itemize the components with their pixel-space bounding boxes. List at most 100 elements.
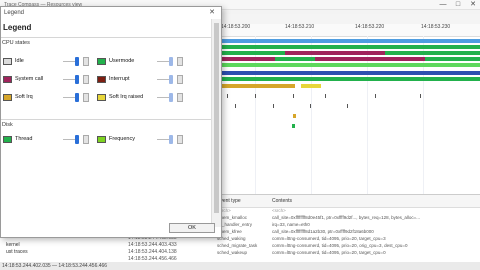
close-icon[interactable]: ✕ <box>466 0 480 10</box>
legend-group-cpu-states: CPU states Idle Usermode System call Int… <box>1 37 211 118</box>
color-swatch[interactable] <box>3 76 12 83</box>
width-slider-track[interactable] <box>157 97 169 98</box>
event-contents-cell: call_site=0xffffffff8d1a2b30, ptr=0xffff… <box>272 229 374 234</box>
reset-button[interactable] <box>83 75 89 84</box>
project-item[interactable]: ust traces <box>6 249 28 255</box>
color-swatch[interactable] <box>3 136 12 143</box>
legend-body: CPU states Idle Usermode System call Int… <box>1 37 211 225</box>
legend-entry-label: Usermode <box>109 58 135 64</box>
time-tick-label: 14:18:53.210 <box>285 24 315 30</box>
timeline-panel[interactable]: 14:18:53.200 14:18:53.210 14:18:53.220 1… <box>214 14 480 194</box>
width-slider-thumb[interactable] <box>169 75 173 84</box>
table-row[interactable]: sched_migrate_task comm=lttng-consumerd,… <box>214 243 480 250</box>
color-swatch[interactable] <box>97 76 106 83</box>
dialog-title-bar: Legend <box>1 7 221 19</box>
close-icon[interactable]: ✕ <box>209 8 215 16</box>
minimize-icon[interactable]: — <box>436 0 450 10</box>
events-table[interactable]: Event type Contents <srch> <srch> kmem_k… <box>214 194 480 263</box>
column-header-contents[interactable]: Contents <box>272 198 292 204</box>
timestamp-cell: 14:18:53.244.403.433 <box>128 242 177 248</box>
width-slider-thumb[interactable] <box>169 135 173 144</box>
legend-entry-usermode: Usermode <box>97 56 197 68</box>
cpu-row[interactable] <box>215 45 480 49</box>
color-swatch[interactable] <box>97 136 106 143</box>
irq-row[interactable] <box>215 104 480 108</box>
legend-entry-thread: Thread <box>3 134 103 146</box>
width-slider-track[interactable] <box>157 61 169 62</box>
width-slider-thumb[interactable] <box>169 93 173 102</box>
cpu-row[interactable] <box>215 84 480 88</box>
color-swatch[interactable] <box>97 58 106 65</box>
table-row[interactable]: sched_waking comm=lttng-consumerd, tid=4… <box>214 236 480 243</box>
time-tick-label: 14:18:53.230 <box>421 24 451 30</box>
width-slider-thumb[interactable] <box>75 75 79 84</box>
filter-row[interactable]: <srch> <srch> <box>214 208 480 215</box>
timeline-toolbar <box>215 14 480 24</box>
width-slider-track[interactable] <box>63 139 75 140</box>
width-slider-track[interactable] <box>63 79 75 80</box>
group-title: CPU states <box>2 40 30 46</box>
legend-heading: Legend <box>3 23 32 32</box>
legend-entry-system-call: System call <box>3 74 103 86</box>
color-swatch[interactable] <box>3 94 12 101</box>
cpu-row[interactable] <box>215 71 480 75</box>
cpu-row[interactable] <box>215 57 480 61</box>
reset-button[interactable] <box>177 93 183 102</box>
dialog-scrollbar[interactable] <box>211 19 221 227</box>
legend-dialog: Legend ✕ Legend CPU states Idle Usermode <box>0 6 222 238</box>
width-slider-thumb[interactable] <box>169 57 173 66</box>
legend-group-disk: Disk Thread Frequency <box>1 119 211 160</box>
color-swatch[interactable] <box>97 94 106 101</box>
width-slider-track[interactable] <box>63 61 75 62</box>
cpu-row[interactable] <box>215 77 480 81</box>
table-row[interactable]: sched_wakeup comm=lttng-consumerd, tid=4… <box>214 250 480 257</box>
legend-entry-label: Idle <box>15 58 24 64</box>
legend-entry-interrupt: Interrupt <box>97 74 197 86</box>
irq-row[interactable] <box>215 114 480 118</box>
time-tick-label: 14:18:53.200 <box>221 24 251 30</box>
legend-entry-idle: Idle <box>3 56 103 68</box>
table-row[interactable]: kmem_kfree call_site=0xffffffff8d1a2b30,… <box>214 229 480 236</box>
timestamp-cell: 14:18:53.244.404.138 <box>128 249 177 255</box>
maximize-icon[interactable]: □ <box>451 0 465 10</box>
color-swatch[interactable] <box>3 58 12 65</box>
legend-entry-label: Soft Irq raised <box>109 94 144 100</box>
width-slider-thumb[interactable] <box>75 135 79 144</box>
width-slider-track[interactable] <box>157 79 169 80</box>
reset-button[interactable] <box>83 135 89 144</box>
legend-entry-soft-irq-raised: Soft Irq raised <box>97 92 197 104</box>
event-type-cell: irq_handler_entry <box>217 222 253 227</box>
cpu-row[interactable] <box>215 51 480 55</box>
irq-row[interactable] <box>215 94 480 98</box>
event-contents-cell: comm=lttng-consumerd, tid=4095, prio=20,… <box>272 250 386 255</box>
width-slider-thumb[interactable] <box>75 57 79 66</box>
group-title: Disk <box>2 122 13 128</box>
cpu-row[interactable] <box>215 63 480 67</box>
event-contents-cell: comm=lttng-consumerd, tid=4095, prio=20,… <box>272 236 386 241</box>
scrollbar-thumb[interactable] <box>214 23 219 213</box>
status-bar: 14:18:53.244.402.035 — 14:18:53.244.456.… <box>0 262 480 270</box>
width-slider-track[interactable] <box>63 97 75 98</box>
legend-entry-label: Thread <box>15 136 33 142</box>
cpu-row[interactable] <box>215 39 480 43</box>
reset-button[interactable] <box>83 93 89 102</box>
reset-button[interactable] <box>177 75 183 84</box>
ok-button[interactable]: OK <box>169 223 215 233</box>
table-row[interactable]: kmem_kmalloc call_site=0xffffffff8d0e45f… <box>214 215 480 222</box>
event-type-cell: sched_wakeup <box>217 250 248 255</box>
legend-entry-soft-irq: Soft Irq <box>3 92 103 104</box>
reset-button[interactable] <box>177 57 183 66</box>
legend-entry-label: Interrupt <box>109 76 130 82</box>
project-item[interactable]: kernel <box>6 242 20 248</box>
filter-contents[interactable]: <srch> <box>272 208 286 213</box>
table-row[interactable]: irq_handler_entry irq=33, name=eth0 <box>214 222 480 229</box>
events-table-header: Event type Contents <box>214 195 480 208</box>
reset-button[interactable] <box>83 57 89 66</box>
legend-entry-label: Frequency <box>109 136 135 142</box>
legend-entry-label: System call <box>15 76 44 82</box>
width-slider-thumb[interactable] <box>75 93 79 102</box>
irq-row[interactable] <box>215 124 480 128</box>
legend-entry-frequency: Frequency <box>97 134 197 146</box>
width-slider-track[interactable] <box>157 139 169 140</box>
reset-button[interactable] <box>177 135 183 144</box>
